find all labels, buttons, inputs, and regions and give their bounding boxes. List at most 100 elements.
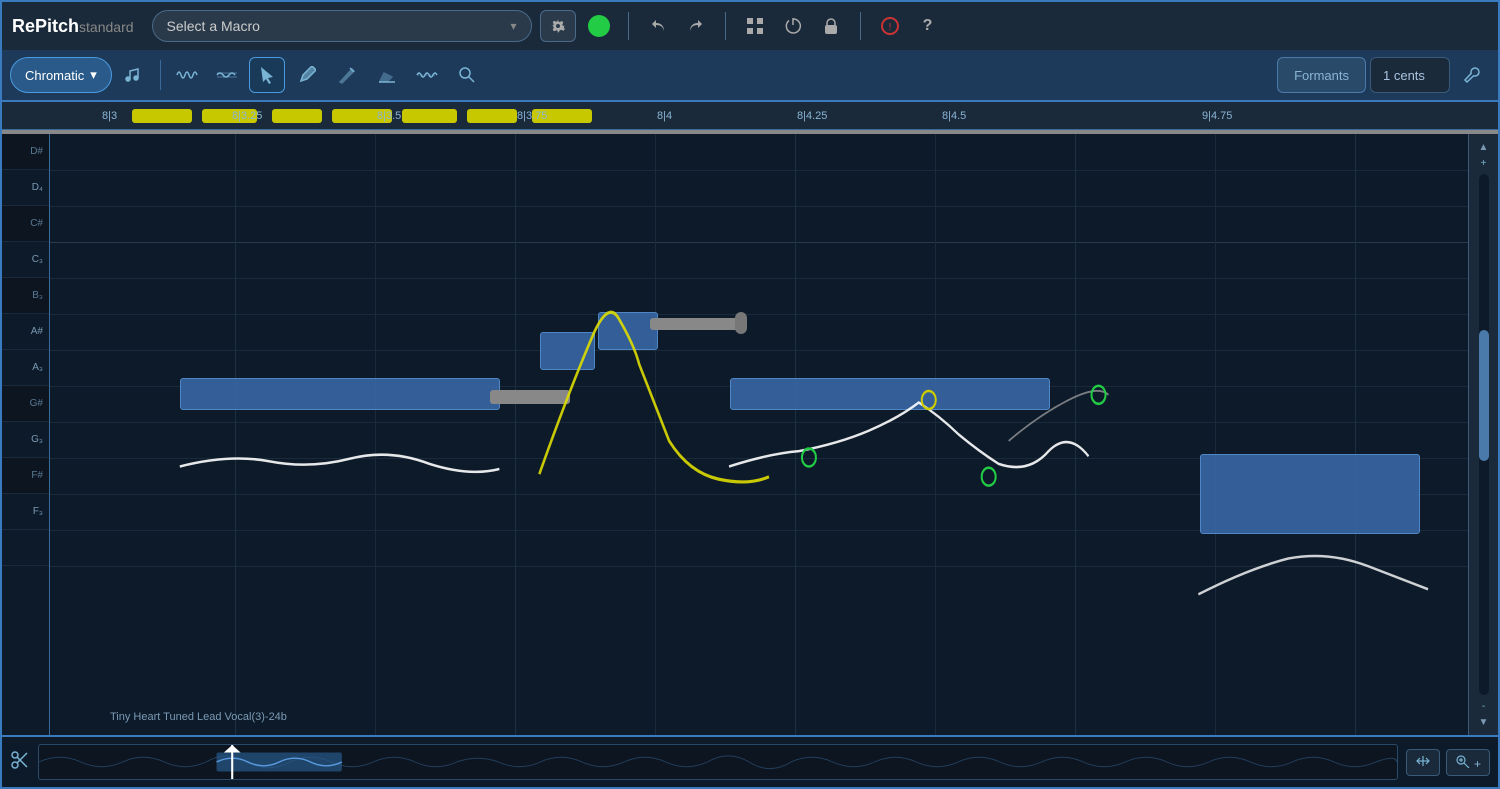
clip-marker-3 — [272, 109, 322, 123]
divider — [628, 12, 629, 40]
pen-tool-button[interactable] — [289, 57, 325, 93]
scissors-icon[interactable] — [10, 750, 30, 775]
time-label-1: 8|3 — [102, 110, 117, 122]
wrench-button[interactable] — [1454, 57, 1490, 93]
time-label-7: 8|4.5 — [942, 110, 966, 122]
track-filename: Tiny Heart Tuned Lead Vocal(3)-24b — [110, 711, 287, 723]
grid-canvas[interactable]: Tiny Heart Tuned Lead Vocal(3)-24b — [50, 134, 1468, 735]
key-csharp: C# — [2, 206, 49, 242]
macro-settings-button[interactable] — [540, 10, 576, 42]
grid-h-3 — [50, 242, 1468, 243]
grid-v-9 — [1355, 134, 1356, 735]
svg-text:!: ! — [888, 22, 891, 33]
chromatic-chevron-icon: ▾ — [90, 67, 97, 83]
time-label-3: 8|3.5 — [377, 110, 401, 122]
main-area: 8|3 8|3.25 8|3.5 8|3.75 8|4 8|4.25 8|4.5… — [2, 102, 1498, 735]
note-block-5[interactable] — [1200, 454, 1420, 534]
power-button[interactable] — [778, 11, 808, 41]
grid-button[interactable] — [740, 11, 770, 41]
piano-roll-area: D# D₄ C# C₃ B₃ A# A₃ G# G₃ F# F₃ — [2, 134, 1498, 735]
transition-knob — [735, 312, 747, 334]
pitch-curves-svg — [50, 134, 1468, 735]
vertical-scrollbar-thumb[interactable] — [1479, 330, 1489, 460]
time-label-6: 8|4.25 — [797, 110, 827, 122]
lock-button[interactable] — [816, 11, 846, 41]
zoom-in-small-button[interactable]: - — [1477, 699, 1491, 713]
macro-select[interactable]: Select a Macro ▾ — [152, 10, 532, 42]
app-logo: RePitchstandard — [12, 16, 134, 37]
key-g3: G₃ — [2, 422, 49, 458]
formants-button[interactable]: Formants — [1277, 57, 1366, 93]
key-fsharp: F# — [2, 458, 49, 494]
config-button[interactable]: ! — [875, 11, 905, 41]
key-b3: B₃ — [2, 278, 49, 314]
waveform-display — [38, 744, 1398, 780]
chromatic-label: Chromatic — [25, 68, 84, 83]
note-block-2[interactable] — [540, 332, 595, 370]
piano-keys: D# D₄ C# C₃ B₃ A# A₃ G# G₃ F# F₃ — [2, 134, 50, 735]
squiggle-tool-button[interactable] — [209, 57, 245, 93]
erase-tool-button[interactable] — [369, 57, 405, 93]
grid-v-4 — [655, 134, 656, 735]
key-dsharp: D# — [2, 134, 49, 170]
calligraphy-tool-button[interactable] — [329, 57, 365, 93]
app-container: RePitchstandard Select a Macro ▾ — [0, 0, 1500, 789]
vibrato-tool-button[interactable] — [409, 57, 445, 93]
toolbar: Chromatic ▾ — [2, 50, 1498, 102]
cents-value: 1 cents — [1383, 68, 1425, 83]
key-gsharp: G# — [2, 386, 49, 422]
key-asharp: A# — [2, 314, 49, 350]
grid-v-1 — [235, 134, 236, 735]
macro-label: Select a Macro — [167, 18, 260, 34]
grid-v-7 — [1075, 134, 1076, 735]
right-scrollbar: ▲ + - ▼ — [1468, 134, 1498, 735]
bottom-bar: + — [2, 735, 1498, 787]
grid-v-2 — [375, 134, 376, 735]
transition-2[interactable] — [650, 318, 740, 330]
grid-v-8 — [1215, 134, 1216, 735]
time-ruler: 8|3 8|3.25 8|3.5 8|3.75 8|4 8|4.25 8|4.5… — [2, 102, 1498, 130]
divider-2 — [725, 12, 726, 40]
grid-h-12 — [50, 566, 1468, 567]
chromatic-button[interactable]: Chromatic ▾ — [10, 57, 112, 93]
note-block-3[interactable] — [598, 312, 658, 350]
time-label-2: 8|3.25 — [232, 110, 262, 122]
select-tool-button[interactable] — [249, 57, 285, 93]
grid-v-6 — [935, 134, 936, 735]
grid-h-1 — [50, 170, 1468, 171]
note-block-1[interactable] — [180, 378, 500, 410]
status-indicator — [588, 15, 610, 37]
clip-marker-5 — [402, 109, 457, 123]
grid-h-6 — [50, 350, 1468, 351]
grid-h-2 — [50, 206, 1468, 207]
key-d4: D₄ — [2, 170, 49, 206]
grid-h-4 — [50, 278, 1468, 279]
scroll-down-button[interactable]: ▼ — [1475, 713, 1493, 731]
key-c3: C₃ — [2, 242, 49, 278]
note-detection-button[interactable] — [116, 57, 152, 93]
clip-marker-6 — [467, 109, 517, 123]
bottom-controls: + — [1406, 749, 1490, 776]
zoom-out-button[interactable]: + — [1477, 156, 1491, 170]
transition-1[interactable] — [490, 390, 570, 404]
search-button[interactable] — [449, 57, 485, 93]
redo-button[interactable] — [681, 11, 711, 41]
grid-v-3 — [515, 134, 516, 735]
key-f3: F₃ — [2, 494, 49, 530]
grid-h-8 — [50, 422, 1468, 423]
macro-chevron-icon: ▾ — [510, 19, 516, 33]
snap-button[interactable] — [1406, 749, 1440, 776]
vertical-scrollbar-track — [1479, 174, 1489, 695]
waveform-tool-button[interactable] — [169, 57, 205, 93]
scroll-up-button[interactable]: ▲ — [1475, 138, 1493, 156]
key-extra — [2, 530, 49, 566]
grid-h-5 — [50, 314, 1468, 315]
undo-button[interactable] — [643, 11, 673, 41]
help-button[interactable]: ? — [913, 11, 943, 41]
note-block-4[interactable] — [730, 378, 1050, 410]
divider-3 — [860, 12, 861, 40]
zoom-button[interactable]: + — [1446, 749, 1490, 776]
toolbar-sep-1 — [160, 60, 161, 90]
cents-display: 1 cents — [1370, 57, 1450, 93]
pitch-editor: 8|3 8|3.25 8|3.5 8|3.75 8|4 8|4.25 8|4.5… — [2, 102, 1498, 735]
